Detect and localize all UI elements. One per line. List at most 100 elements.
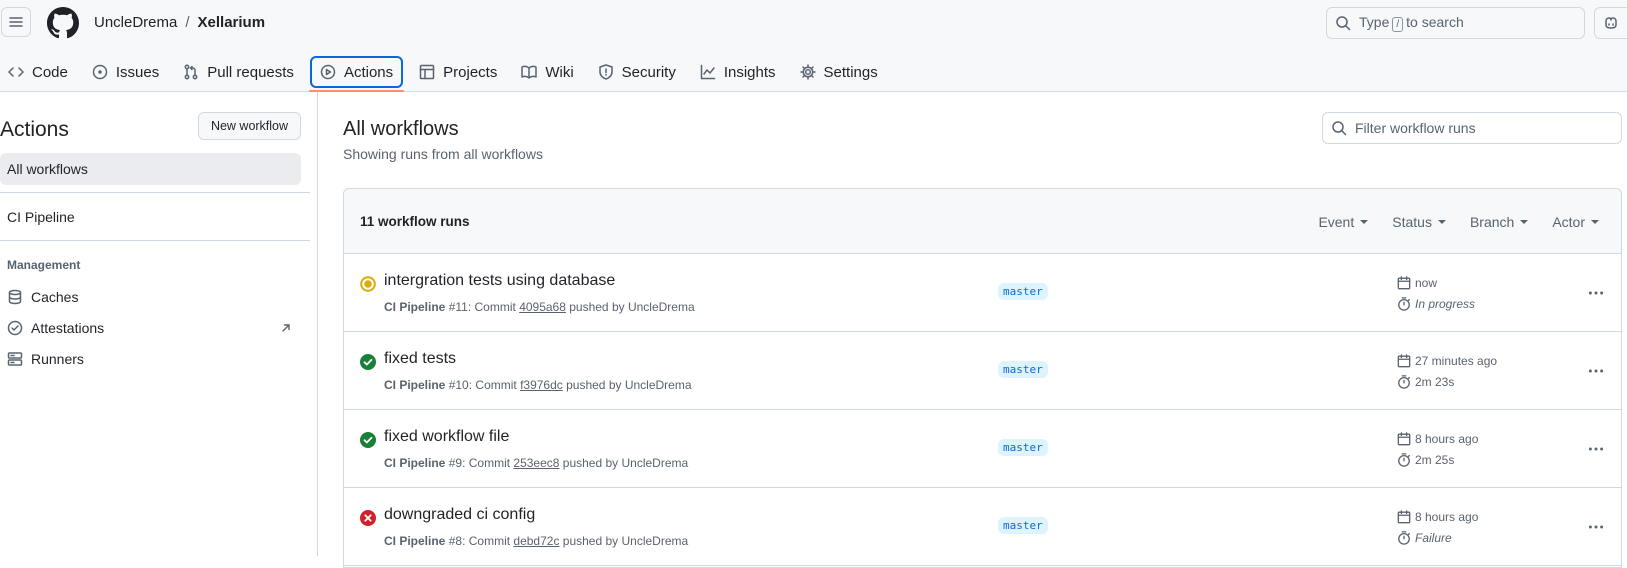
commit-link[interactable]: f3976dc xyxy=(520,378,563,392)
run-when: 8 hours ago xyxy=(1415,510,1479,524)
runs-header: 11 workflow runs Event Status Branch Act… xyxy=(344,189,1621,254)
runs-rows: intergration tests using database CI Pip… xyxy=(344,254,1621,566)
chevron-down-icon xyxy=(1360,219,1369,224)
page-subtitle: Showing runs from all workflows xyxy=(343,146,543,162)
graph-icon xyxy=(700,64,716,80)
shield-icon xyxy=(598,64,613,80)
tab-pull-requests[interactable]: Pull requests xyxy=(175,56,302,88)
tab-label: Projects xyxy=(443,63,498,81)
sidebar-item-attestations[interactable]: Attestations xyxy=(0,312,301,344)
sidebar-item-all-workflows[interactable]: All workflows xyxy=(0,153,301,185)
kebab-horizontal-icon[interactable] xyxy=(1587,440,1605,458)
management-heading: Management xyxy=(7,258,81,272)
breadcrumb: UncleDrema / Xellarium xyxy=(94,14,265,31)
search-input[interactable]: Type / to search xyxy=(1326,7,1585,39)
tab-label: Issues xyxy=(115,63,160,81)
code-icon xyxy=(8,67,24,77)
run-actor: UncleDrema xyxy=(624,378,692,392)
breadcrumb-separator: / xyxy=(185,14,190,31)
run-title[interactable]: fixed workflow file xyxy=(384,428,509,446)
run-duration: 2m 25s xyxy=(1397,453,1454,467)
run-duration: In progress xyxy=(1397,297,1475,311)
run-title[interactable]: fixed tests xyxy=(384,350,456,368)
owner-link[interactable]: UncleDrema xyxy=(94,14,177,31)
run-number: #8 xyxy=(448,534,463,548)
run-duration-value: In progress xyxy=(1415,297,1476,311)
verified-icon xyxy=(7,320,23,336)
commit-link[interactable]: 4095a68 xyxy=(519,300,566,314)
book-icon xyxy=(521,65,538,79)
tab-issues[interactable]: Issues xyxy=(84,56,167,88)
repo-link[interactable]: Xellarium xyxy=(198,14,266,31)
x-circle-icon xyxy=(360,510,376,526)
tab-actions[interactable]: Actions xyxy=(308,56,405,92)
filter-label: Branch xyxy=(1469,213,1515,230)
tab-label: Pull requests xyxy=(207,63,294,81)
sidebar-item-runners[interactable]: Runners xyxy=(0,343,301,375)
filter-runs-input[interactable]: Filter workflow runs xyxy=(1322,112,1622,144)
hamburger-icon xyxy=(9,17,23,27)
tab-code[interactable]: Code xyxy=(0,56,76,88)
calendar-icon xyxy=(1397,510,1411,524)
calendar-icon xyxy=(1397,354,1411,368)
run-workflow-name: CI Pipeline xyxy=(384,378,446,392)
chevron-down-icon xyxy=(1437,219,1446,224)
new-workflow-button[interactable]: New workflow xyxy=(198,112,301,140)
sidebar-item-label: CI Pipeline xyxy=(7,209,75,225)
tab-settings[interactable]: Settings xyxy=(792,56,886,88)
tab-projects[interactable]: Projects xyxy=(411,56,505,88)
workflow-runs-list: 11 workflow runs Event Status Branch Act… xyxy=(343,188,1622,568)
stopwatch-icon xyxy=(1398,453,1410,467)
run-title[interactable]: downgraded ci config xyxy=(384,506,535,524)
search-icon xyxy=(1336,16,1351,31)
commit-link[interactable]: 253eec8 xyxy=(513,456,559,470)
workflow-run-row[interactable]: fixed tests CI Pipeline #10: Commit f397… xyxy=(344,332,1621,410)
github-logo-icon[interactable] xyxy=(47,7,79,39)
branch-badge[interactable]: master xyxy=(998,361,1048,378)
run-duration-value: 2m 23s xyxy=(1415,375,1455,389)
issue-icon xyxy=(92,64,108,80)
run-workflow-name: CI Pipeline xyxy=(384,534,446,548)
actor-filter[interactable]: Actor xyxy=(1552,214,1599,230)
tab-insights[interactable]: Insights xyxy=(692,56,784,88)
run-number: #11 xyxy=(448,300,468,314)
branch-badge[interactable]: master xyxy=(998,517,1048,534)
runs-count: 11 workflow runs xyxy=(360,213,470,229)
copilot-button[interactable] xyxy=(1594,7,1627,39)
tab-label: Settings xyxy=(823,63,878,81)
calendar-icon xyxy=(1397,432,1411,446)
commit-link[interactable]: debd72c xyxy=(513,534,559,548)
kebab-horizontal-icon[interactable] xyxy=(1587,518,1605,536)
search-hint: Type / to search xyxy=(1359,14,1464,32)
sidebar-item-label: Runners xyxy=(31,351,84,367)
copilot-icon xyxy=(1605,17,1617,29)
workflow-run-row[interactable]: fixed workflow file CI Pipeline #9: Comm… xyxy=(344,410,1621,488)
search-hint-prefix: Type xyxy=(1359,14,1390,30)
search-shortcut-key: / xyxy=(1392,17,1404,32)
menu-button[interactable] xyxy=(1,7,31,37)
branch-badge[interactable]: master xyxy=(998,283,1048,300)
tab-wiki[interactable]: Wiki xyxy=(513,56,581,88)
run-title[interactable]: intergration tests using database xyxy=(384,272,615,290)
link-external-icon xyxy=(282,324,290,332)
run-timestamp: 27 minutes ago xyxy=(1397,354,1497,368)
calendar-icon xyxy=(1397,276,1411,290)
workflow-run-row[interactable]: intergration tests using database CI Pip… xyxy=(344,254,1621,332)
event-filter[interactable]: Event xyxy=(1318,214,1369,230)
workflow-run-row[interactable]: downgraded ci config CI Pipeline #8: Com… xyxy=(344,488,1621,566)
run-timestamp: now xyxy=(1397,276,1437,290)
status-filter[interactable]: Status xyxy=(1392,214,1446,230)
sidebar-item-caches[interactable]: Caches xyxy=(0,281,301,313)
kebab-horizontal-icon[interactable] xyxy=(1587,362,1605,380)
tab-security[interactable]: Security xyxy=(590,56,684,88)
run-duration-value: Failure xyxy=(1415,531,1452,545)
branch-filter[interactable]: Branch xyxy=(1469,213,1529,230)
chevron-down-icon xyxy=(1520,219,1529,224)
sidebar-item-ci-pipeline[interactable]: CI Pipeline xyxy=(0,201,301,233)
tab-label: Security xyxy=(621,63,676,81)
tab-label: Insights xyxy=(723,63,776,81)
sidebar-item-label: Caches xyxy=(31,289,79,305)
branch-badge[interactable]: master xyxy=(998,439,1048,456)
chevron-down-icon xyxy=(1591,219,1599,224)
kebab-horizontal-icon[interactable] xyxy=(1587,284,1605,302)
